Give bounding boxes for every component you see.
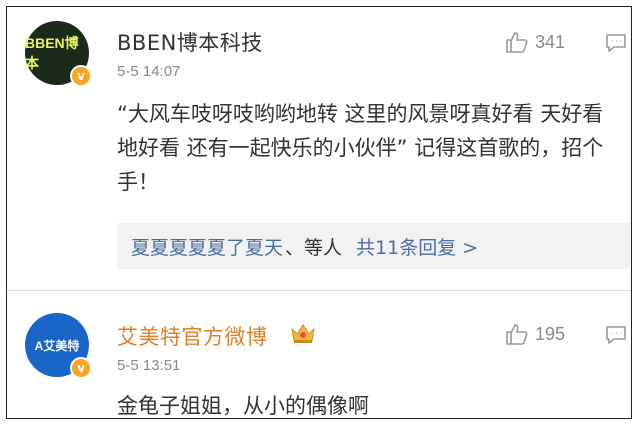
view-all-replies-link[interactable]: 共11条回复 > [356, 233, 478, 260]
like-count: 195 [535, 323, 566, 344]
thumbs-up-icon [506, 324, 528, 345]
replies-preview[interactable]: 夏夏夏夏夏了夏天 、等人 共11条回复 > [117, 223, 630, 269]
divider [7, 290, 631, 291]
vip-crown-icon [291, 324, 315, 343]
commenter-name[interactable]: BBEN博本科技 [117, 27, 263, 57]
comment-icon[interactable] [605, 325, 627, 345]
reply-others-text: 、等人 [285, 236, 343, 259]
like-button[interactable]: 195 [505, 323, 565, 345]
comment-text: “大风车吱呀吱哟哟地转 这里的风景呀真好看 天好看 地好看 还有一起快乐的小伙伴… [117, 102, 604, 194]
comment-list: BBEN博本 v BBEN博本科技 5-5 14:07 341 “大风车吱呀吱哟… [6, 6, 632, 419]
like-count: 341 [535, 31, 566, 52]
comment-time: 5-5 13:51 [117, 357, 181, 374]
reply-user-link[interactable]: 夏夏夏夏夏了夏天 [131, 233, 283, 260]
thumbs-up-icon [506, 32, 528, 53]
comment-icon[interactable] [605, 33, 627, 53]
comment-time: 5-5 14:07 [117, 63, 181, 80]
verified-badge-icon: v [70, 65, 92, 87]
verified-badge-icon: v [70, 357, 92, 379]
comment-text: 金龟子姐姐，从小的偶像啊 [117, 394, 369, 418]
avatar-label: A艾美特 [34, 338, 80, 353]
like-button[interactable]: 341 [505, 31, 565, 53]
commenter-name[interactable]: 艾美特官方微博 [117, 321, 268, 351]
